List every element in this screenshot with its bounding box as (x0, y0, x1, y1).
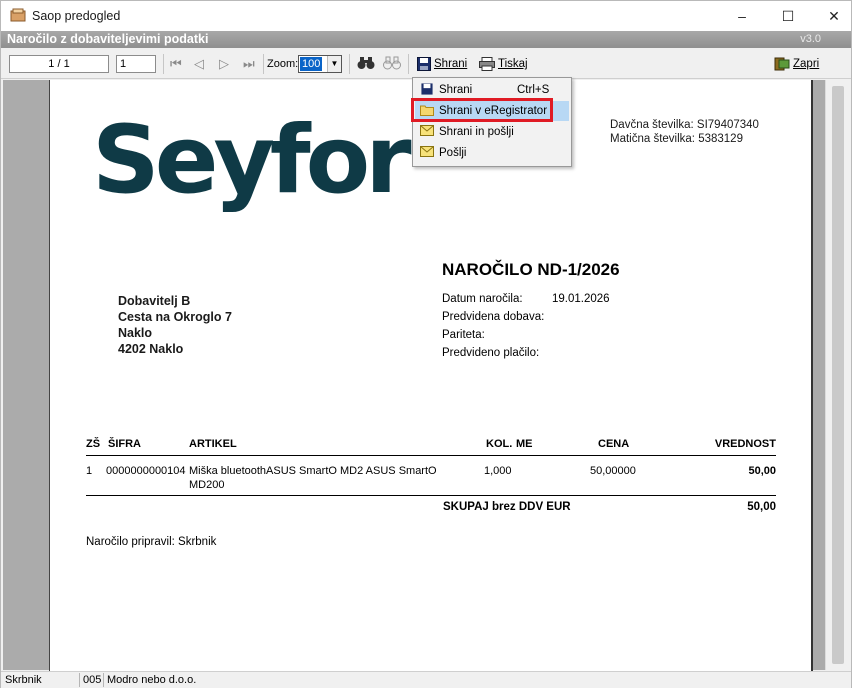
cell-sifra: 0000000000104 (106, 465, 186, 477)
preview-window: Saop predogled – ☐ ✕ Naročilo z dobavite… (0, 0, 852, 688)
meta-label: Predvideno plačilo: (442, 347, 540, 359)
page-input[interactable]: 1 (116, 55, 156, 73)
order-title: NAROČILO ND-1/2026 (442, 260, 620, 279)
app-icon (10, 8, 26, 22)
previous-page-icon[interactable]: ◁ (194, 56, 204, 72)
minimize-button[interactable]: – (719, 1, 765, 31)
status-separator (79, 673, 80, 687)
meta-label: Predvidena dobava: (442, 311, 545, 323)
status-bar: Skrbnik 005 Modro nebo d.o.o. (1, 671, 851, 688)
save-menu: Shrani Ctrl+S Shrani v eRegistrator Shra… (412, 77, 572, 167)
title-bar: Saop predogled – ☐ ✕ (1, 1, 851, 31)
status-company: Modro nebo d.o.o. (107, 674, 197, 686)
supplier-city: Naklo (118, 326, 153, 340)
meta-row: Predvidena dobava: (442, 308, 610, 326)
window-title: Saop predogled (32, 9, 121, 23)
meta-value: 19.01.2026 (552, 293, 610, 305)
toolbar-separator (163, 54, 164, 74)
next-page-icon[interactable]: ▷ (219, 56, 229, 72)
table-header: ZŠ ŠIFRA ARTIKEL KOL. ME CENA VREDNOST (86, 438, 776, 456)
cell-zs: 1 (86, 465, 93, 477)
toolbar-separator (408, 54, 409, 74)
menu-item-label: Shrani (439, 84, 473, 96)
supplier-address: Dobavitelj B Cesta na Okroglo 7 Naklo 42… (118, 293, 232, 357)
meta-row: Pariteta: (442, 326, 610, 344)
page-indicator: 1 / 1 (9, 55, 109, 73)
toolbar-separator (263, 54, 264, 74)
meta-row: Datum naročila: 19.01.2026 (442, 290, 610, 308)
supplier-street: Cesta na Okroglo 7 (118, 310, 232, 324)
highlight-annotation (411, 98, 553, 122)
cell-kol: 1,000 (484, 465, 512, 477)
registration-number: Matična številka: 5383129 (610, 133, 743, 145)
report-title: Naročilo z dobaviteljevimi podatki (7, 32, 209, 46)
toolbar: 1 / 1 1 ⏮ ◁ ▷ ⏭ Zoom: 100 ▼ Shrani Tiska… (1, 49, 851, 79)
supplier-postal: 4202 Naklo (118, 342, 184, 356)
save-button-label: Shrani (434, 58, 468, 70)
print-button-label: Tiskaj (498, 58, 528, 70)
cell-vrednost: 50,00 (748, 465, 776, 477)
col-artikel: ARTIKEL (189, 438, 237, 450)
binoculars-icon[interactable] (357, 56, 375, 70)
document-page: Seyfor Davčna številka: SI79407340 Matič… (49, 80, 813, 672)
menu-item-shortcut: Ctrl+S (517, 84, 550, 96)
envelope-icon (415, 125, 439, 139)
company-logo: Seyfor (92, 106, 412, 215)
col-vrednost: VREDNOST (714, 438, 776, 450)
prepared-by: Naročilo pripravil: Skrbnik (86, 536, 217, 548)
status-separator (103, 673, 104, 687)
zoom-value: 100 (300, 57, 323, 71)
exit-door-icon (774, 57, 790, 71)
col-me: ME (516, 438, 533, 450)
menu-item-label: Pošlji (439, 147, 467, 159)
menu-item-label: Shrani in pošlji (439, 126, 514, 138)
meta-row: Predvideno plačilo: (442, 344, 610, 362)
table-total: SKUPAJ brez DDV EUR 50,00 (86, 501, 776, 517)
close-window-button[interactable]: ✕ (811, 1, 852, 31)
menu-item-send[interactable]: Pošlji (415, 143, 569, 163)
floppy-disk-icon (415, 82, 439, 98)
close-button-label: Zapri (793, 58, 820, 70)
report-header: Naročilo z dobaviteljevimi podatki v3.0 (1, 31, 851, 48)
menu-item-save[interactable]: Shrani Ctrl+S (415, 80, 569, 100)
printer-icon (479, 57, 495, 71)
version-label: v3.0 (800, 33, 821, 45)
col-cena: CENA (598, 438, 630, 450)
zoom-label: Zoom: (267, 58, 299, 70)
total-label: SKUPAJ brez DDV EUR (443, 501, 571, 513)
chevron-down-icon[interactable]: ▼ (327, 56, 341, 72)
envelope-icon (415, 146, 439, 160)
cell-artikel: Miška bluetoothASUS SmartO MD2 ASUS Smar… (189, 465, 437, 491)
close-button[interactable]: Zapri (774, 54, 819, 74)
find-next-icon[interactable] (383, 56, 401, 70)
vertical-scrollbar[interactable] (825, 80, 849, 670)
floppy-disk-icon (417, 57, 431, 71)
col-zs: ZŠ (86, 438, 101, 450)
total-value: 50,00 (747, 501, 776, 513)
save-button[interactable]: Shrani (417, 54, 467, 74)
status-code: 005 (83, 674, 102, 686)
toolbar-separator (349, 54, 350, 74)
zoom-select[interactable]: 100 ▼ (298, 55, 342, 73)
first-page-icon[interactable]: ⏮ (170, 56, 182, 72)
supplier-name: Dobavitelj B (118, 294, 191, 308)
meta-label: Pariteta: (442, 329, 485, 341)
scrollbar-thumb[interactable] (832, 86, 844, 664)
document-viewer[interactable]: Seyfor Davčna številka: SI79407340 Matič… (3, 80, 849, 672)
tax-number: Davčna številka: SI79407340 (610, 119, 759, 131)
print-button[interactable]: Tiskaj (479, 54, 528, 74)
meta-label: Datum naročila: (442, 293, 523, 305)
table-row: 1 0000000000104 Miška bluetoothASUS Smar… (86, 464, 776, 496)
col-kol: KOL. (486, 438, 513, 450)
order-meta: Datum naročila: 19.01.2026 Predvidena do… (442, 290, 610, 362)
col-sifra: ŠIFRA (108, 438, 141, 450)
status-user: Skrbnik (5, 674, 42, 686)
cell-cena: 50,00000 (590, 465, 636, 477)
maximize-button[interactable]: ☐ (765, 1, 811, 31)
last-page-icon[interactable]: ⏭ (243, 56, 255, 72)
company-ids: Davčna številka: SI79407340 Matična štev… (610, 118, 759, 146)
menu-item-save-and-send[interactable]: Shrani in pošlji (415, 122, 569, 142)
